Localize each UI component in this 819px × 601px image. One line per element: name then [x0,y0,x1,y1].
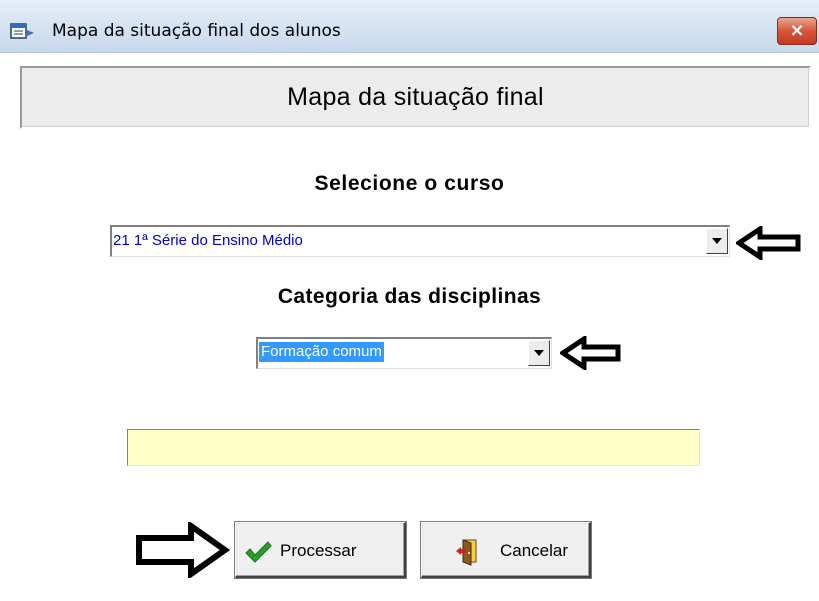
category-select[interactable]: Formação comum [256,337,552,369]
category-select-value: Formação comum [259,342,384,362]
checkmark-icon [245,541,272,563]
process-button-label: Processar [280,541,357,560]
arrow-left-icon [560,336,621,370]
course-select[interactable]: 21 1ª Série do Ensino Médio [110,225,730,257]
window-app-icon [10,23,34,39]
course-dropdown-button[interactable] [706,228,728,254]
cancel-button-label: Cancelar [500,541,569,560]
category-label: Categoria das disciplinas [277,285,542,308]
chevron-down-icon [534,350,544,356]
cancel-button[interactable]: Cancelar [420,521,592,579]
category-dropdown-button[interactable] [528,340,550,366]
process-button[interactable]: Processar [234,521,407,579]
chevron-down-icon [712,238,722,244]
dialog-window: Mapa da situação final dos alunos × Mapa… [0,0,819,601]
close-icon: × [789,20,805,41]
course-select-value: 21 1ª Série do Ensino Médio [113,232,303,249]
close-button[interactable]: × [777,17,817,45]
arrow-right-icon [136,522,230,578]
progress-panel [127,429,700,466]
page-title: Mapa da situação final [287,83,544,111]
window-title: Mapa da situação final dos alunos [52,21,341,41]
course-label: Selecione o curso [314,172,505,195]
header-panel: Mapa da situação final [20,66,811,129]
arrow-left-icon [736,226,801,260]
title-bar[interactable]: Mapa da situação final dos alunos × [0,0,819,53]
exit-door-icon [456,539,477,566]
